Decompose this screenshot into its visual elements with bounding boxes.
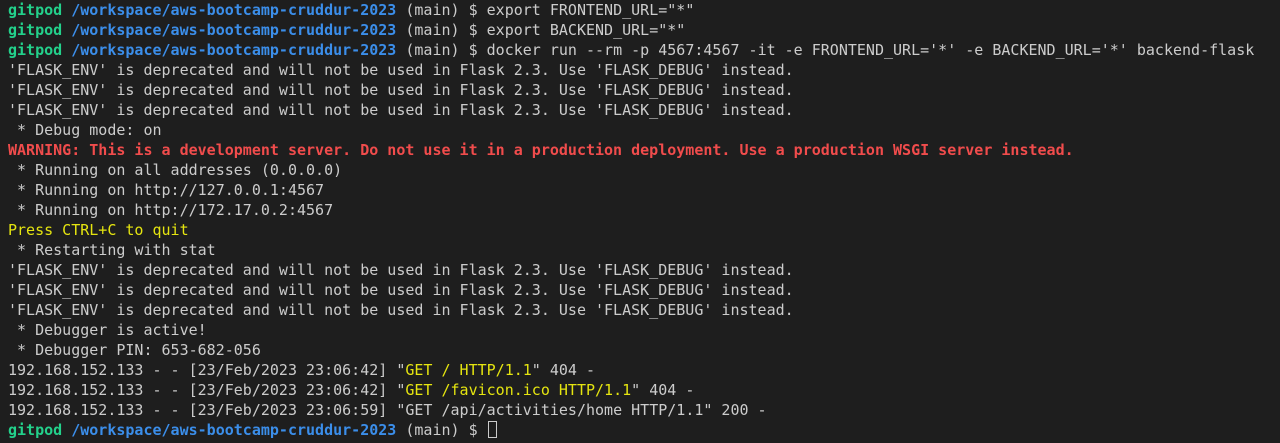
prompt-branch: (main) [405, 1, 460, 19]
prompt-branch: (main) [405, 421, 460, 439]
prompt-path: /workspace/aws-bootcamp-cruddur-2023 [71, 1, 397, 19]
prompt-user: gitpod [8, 1, 63, 19]
server-warning: WARNING: This is a development server. D… [8, 141, 1074, 159]
prompt-line: gitpod /workspace/aws-bootcamp-cruddur-2… [8, 20, 1280, 40]
deprecation-message: 'FLASK_ENV' is deprecated and will not b… [8, 281, 794, 299]
deprecation-message: 'FLASK_ENV' is deprecated and will not b… [8, 101, 794, 119]
running-docker-ip: * Running on http://172.17.0.2:4567 [8, 201, 334, 219]
request-prefix: 192.168.152.133 - - [23/Feb/2023 23:06:4… [8, 381, 397, 399]
prompt-branch: (main) [405, 41, 460, 59]
request-status: 200 - [712, 401, 767, 419]
deprecation-message: 'FLASK_ENV' is deprecated and will not b… [8, 81, 794, 99]
request-status: 404 - [540, 361, 596, 379]
prompt-user: gitpod [8, 421, 63, 439]
request-text: GET /favicon.ico HTTP/1.1 [405, 381, 632, 399]
deprecation-message: 'FLASK_ENV' is deprecated and will not b… [8, 301, 794, 319]
request-log-line: 192.168.152.133 - - [23/Feb/2023 23:06:4… [8, 381, 695, 399]
debugger-active-line: * Debugger is active! [8, 321, 207, 339]
request-prefix: 192.168.152.133 - - [23/Feb/2023 23:06:4… [8, 361, 397, 379]
prompt-line: gitpod /workspace/aws-bootcamp-cruddur-2… [8, 40, 1280, 60]
prompt-symbol: $ [468, 41, 478, 59]
request-log-line: 192.168.152.133 - - [23/Feb/2023 23:06:4… [8, 361, 596, 379]
command-text: export FRONTEND_URL="*" [486, 1, 695, 19]
active-prompt-line[interactable]: gitpod /workspace/aws-bootcamp-cruddur-2… [8, 420, 1280, 440]
running-all-addresses: * Running on all addresses (0.0.0.0) [8, 161, 343, 179]
deprecation-message: 'FLASK_ENV' is deprecated and will not b… [8, 261, 794, 279]
prompt-user: gitpod [8, 41, 63, 59]
prompt-symbol: $ [468, 421, 478, 439]
text-cursor[interactable] [487, 421, 497, 438]
quit-hint: Press CTRL+C to quit [8, 221, 189, 239]
command-text: export BACKEND_URL="*" [486, 21, 686, 39]
request-log-line: 192.168.152.133 - - [23/Feb/2023 23:06:5… [8, 401, 767, 419]
prompt-symbol: $ [468, 21, 478, 39]
restarting-line: * Restarting with stat [8, 241, 216, 259]
request-status: 404 - [640, 381, 695, 399]
prompt-path: /workspace/aws-bootcamp-cruddur-2023 [71, 421, 397, 439]
prompt-branch: (main) [405, 21, 460, 39]
debug-mode-line: * Debug mode: on [8, 121, 162, 139]
request-text: GET / HTTP/1.1 [405, 361, 532, 379]
prompt-user: gitpod [8, 21, 63, 39]
terminal-window[interactable]: gitpod /workspace/aws-bootcamp-cruddur-2… [0, 0, 1280, 443]
terminal-output: gitpod /workspace/aws-bootcamp-cruddur-2… [8, 0, 1280, 440]
prompt-path: /workspace/aws-bootcamp-cruddur-2023 [71, 21, 397, 39]
request-text: GET /api/activities/home HTTP/1.1 [405, 401, 704, 419]
deprecation-message: 'FLASK_ENV' is deprecated and will not b… [8, 61, 794, 79]
prompt-symbol: $ [468, 1, 478, 19]
command-text: docker run --rm -p 4567:4567 -it -e FRON… [486, 41, 1255, 59]
prompt-line: gitpod /workspace/aws-bootcamp-cruddur-2… [8, 0, 1280, 20]
prompt-path: /workspace/aws-bootcamp-cruddur-2023 [71, 41, 397, 59]
request-prefix: 192.168.152.133 - - [23/Feb/2023 23:06:5… [8, 401, 397, 419]
debugger-pin-line: * Debugger PIN: 653-682-056 [8, 341, 261, 359]
running-localhost: * Running on http://127.0.0.1:4567 [8, 181, 325, 199]
